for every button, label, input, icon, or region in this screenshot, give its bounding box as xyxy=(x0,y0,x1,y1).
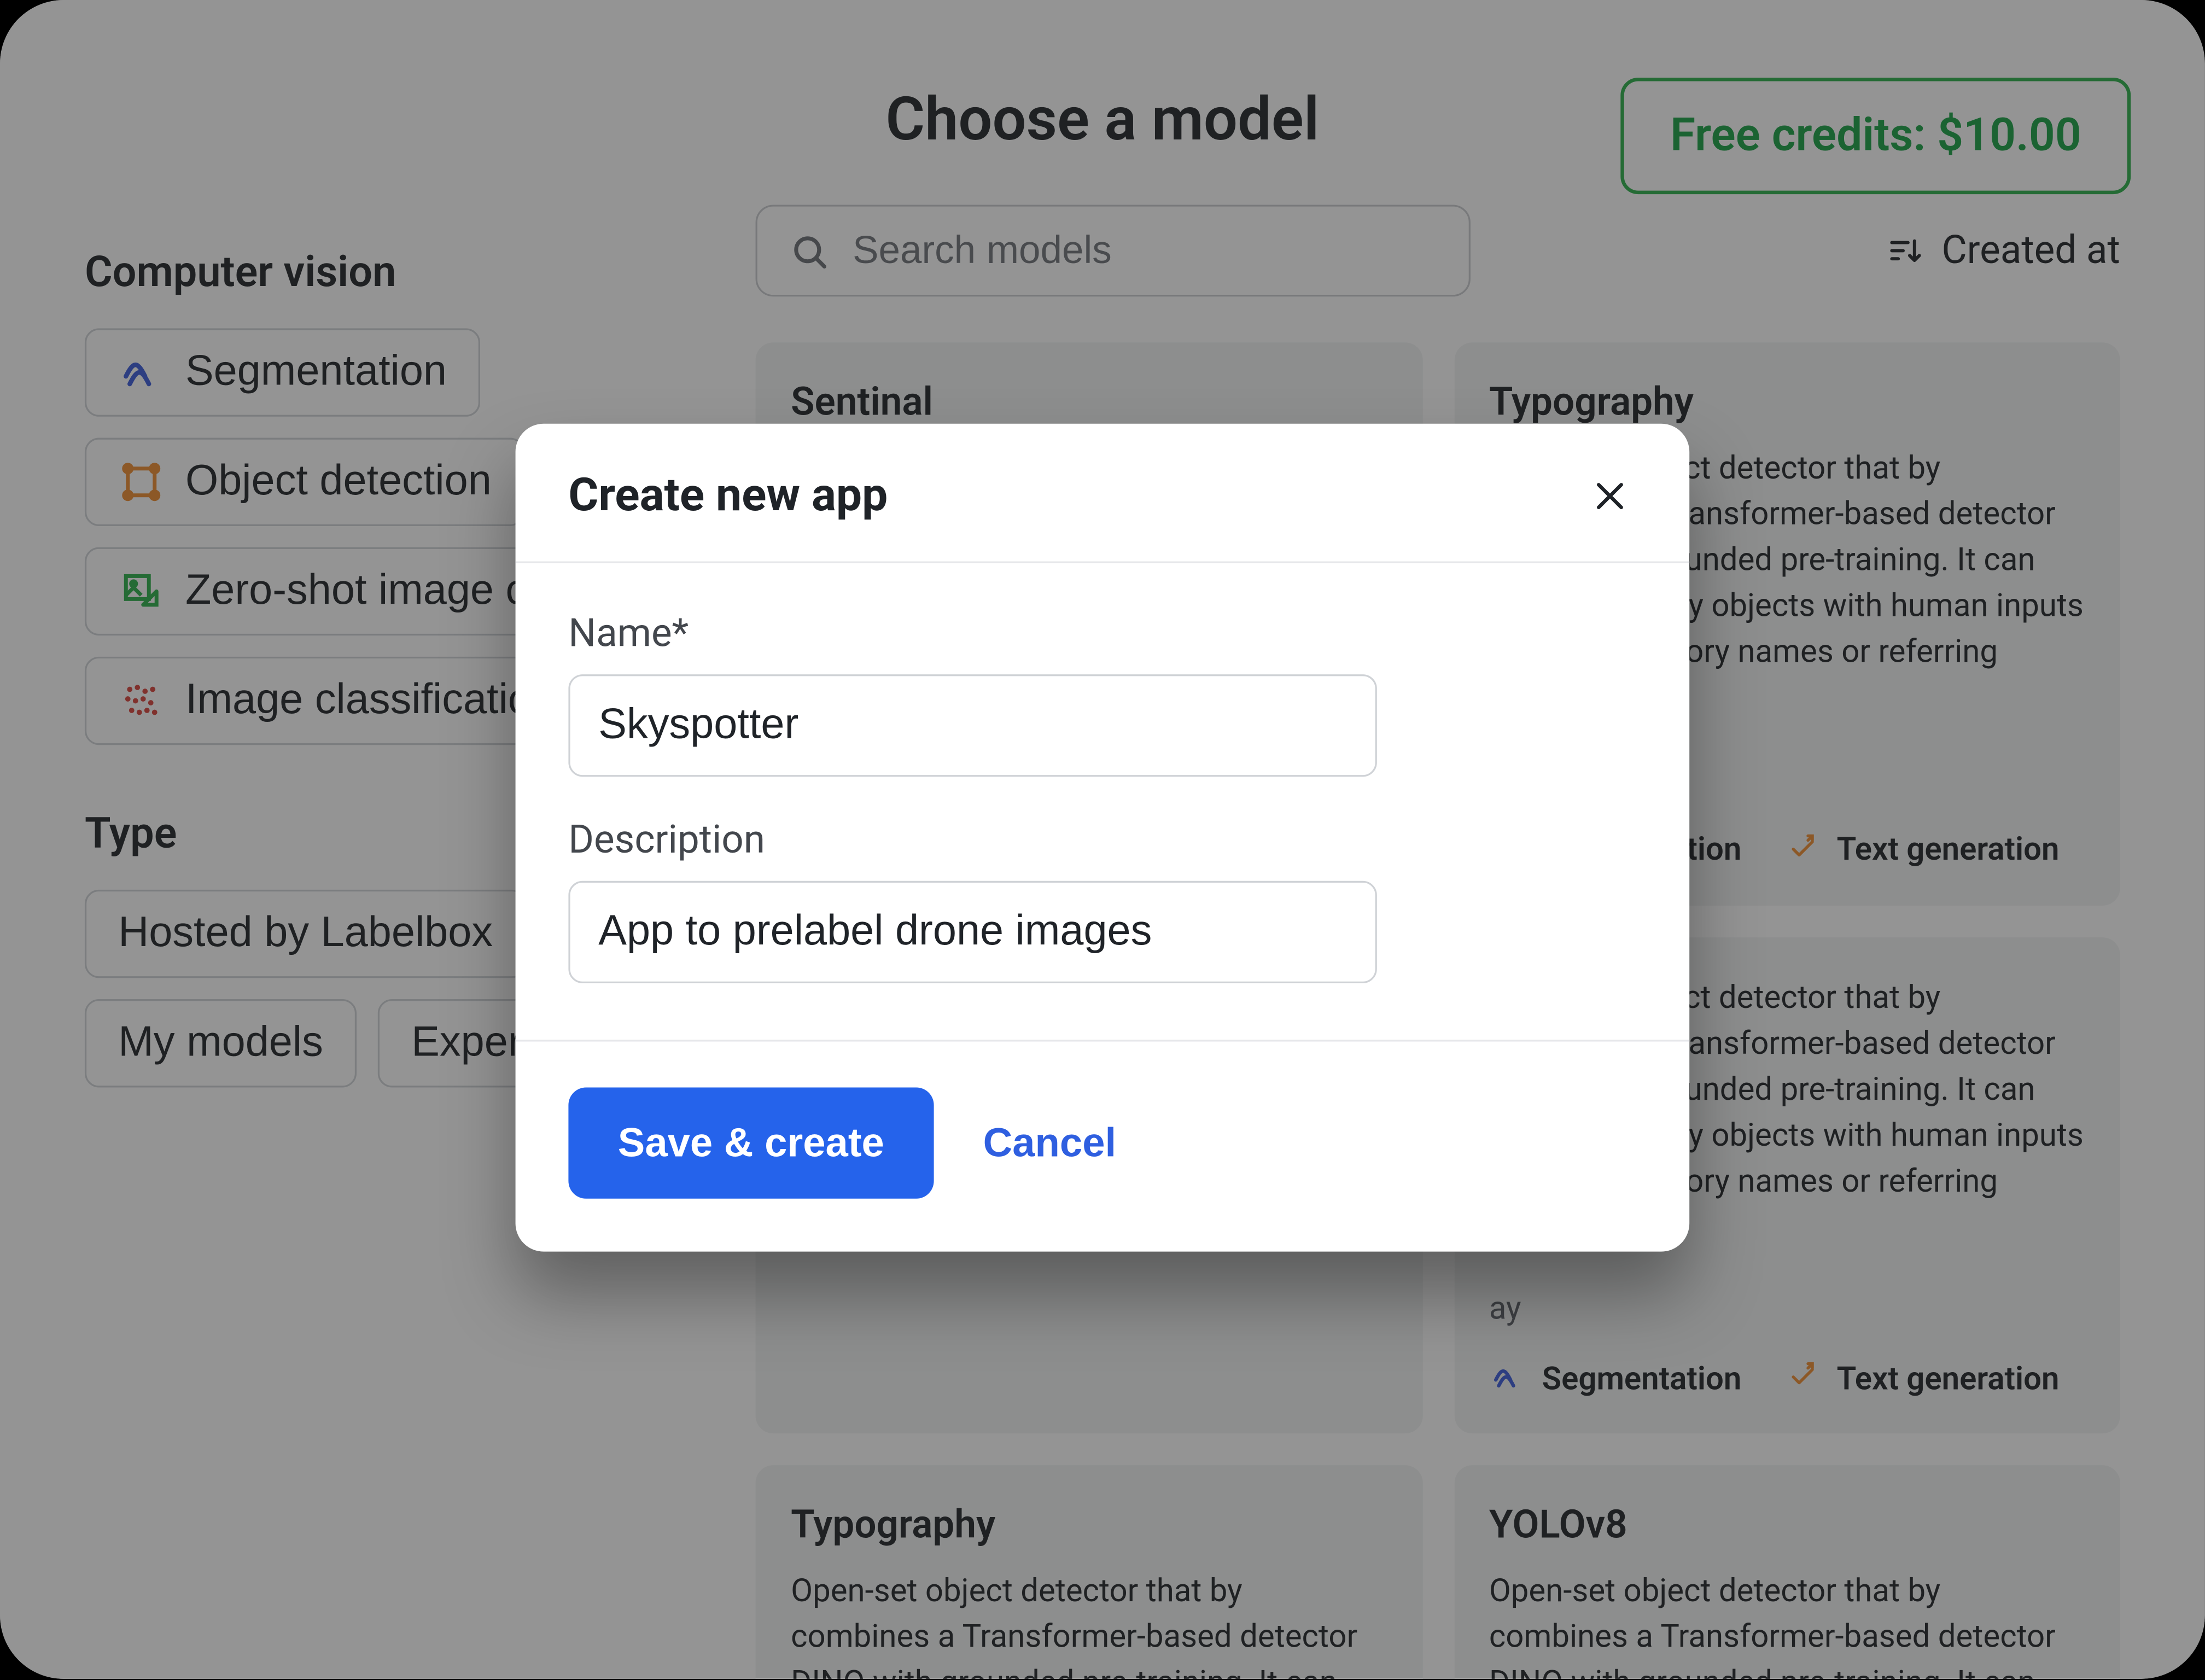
search-input[interactable] xyxy=(853,228,1437,273)
filter-zero-shot[interactable]: Zero-shot image cl xyxy=(85,547,570,635)
tag-label: Text generation xyxy=(1837,832,2060,869)
close-button[interactable] xyxy=(1584,470,1637,523)
search-icon xyxy=(789,231,828,270)
chip-label: Segmentation xyxy=(185,348,447,397)
sort-button[interactable]: Created at xyxy=(1885,229,2120,273)
save-create-button[interactable]: Save & create xyxy=(568,1087,934,1198)
name-input[interactable] xyxy=(568,674,1376,777)
filter-image-classification[interactable]: Image classificatio xyxy=(85,657,565,745)
tag-text-generation: Text generation xyxy=(1784,1360,2060,1398)
chip-label: Object detection xyxy=(185,457,492,506)
description-label: Description xyxy=(568,819,1636,864)
text-generation-icon xyxy=(1784,1360,1823,1398)
cancel-button[interactable]: Cancel xyxy=(983,1119,1117,1167)
segmentation-icon xyxy=(1489,1360,1528,1398)
search-container xyxy=(756,205,1471,296)
card-title: Sentinal xyxy=(791,381,1386,425)
tag-label: Segmentation xyxy=(1542,1361,1742,1398)
chip-label: Zero-shot image cl xyxy=(185,567,536,616)
card-title: Typography xyxy=(791,1504,1386,1549)
sort-icon xyxy=(1885,231,1924,270)
chip-label: My models xyxy=(118,1019,323,1068)
create-app-modal: Create new app Name* Description Save & … xyxy=(516,424,1690,1252)
name-label: Name* xyxy=(568,612,1636,657)
segmentation-icon xyxy=(118,349,164,395)
tag-text-generation: Text generation xyxy=(1784,831,2060,870)
tag-label: Text generation xyxy=(1837,1361,2060,1398)
filter-segmentation[interactable]: Segmentation xyxy=(85,328,480,416)
chip-label: Hosted by Labelbox xyxy=(118,909,493,958)
chip-label: Image classificatio xyxy=(185,676,532,725)
model-card[interactable]: Typography Open-set object detector that … xyxy=(756,1466,1422,1679)
card-meta: ay xyxy=(1489,1291,2085,1328)
sidebar-section-computer-vision: Computer vision xyxy=(85,247,685,296)
tag-segmentation: Segmentation xyxy=(1489,1360,1742,1398)
card-description: Open-set object detector that by combine… xyxy=(1489,1570,2085,1679)
card-description: Open-set object detector that by combine… xyxy=(791,1570,1386,1679)
sort-label: Created at xyxy=(1941,229,2120,273)
zero-shot-icon xyxy=(118,568,164,614)
image-classification-icon xyxy=(118,678,164,724)
modal-title: Create new app xyxy=(568,470,888,523)
filter-hosted[interactable]: Hosted by Labelbox xyxy=(85,890,527,978)
text-generation-icon xyxy=(1784,831,1823,870)
card-title: Typography xyxy=(1489,381,2085,425)
close-icon xyxy=(1590,477,1629,516)
free-credits-badge: Free credits: $10.00 xyxy=(1621,78,2131,194)
filter-my-models[interactable]: My models xyxy=(85,999,357,1087)
model-card[interactable]: YOLOv8 Open-set object detector that by c… xyxy=(1454,1466,2120,1679)
card-title: YOLOv8 xyxy=(1489,1504,2085,1549)
description-input[interactable] xyxy=(568,881,1376,983)
object-detection-icon xyxy=(118,459,164,505)
filter-object-detection[interactable]: Object detection xyxy=(85,438,525,526)
